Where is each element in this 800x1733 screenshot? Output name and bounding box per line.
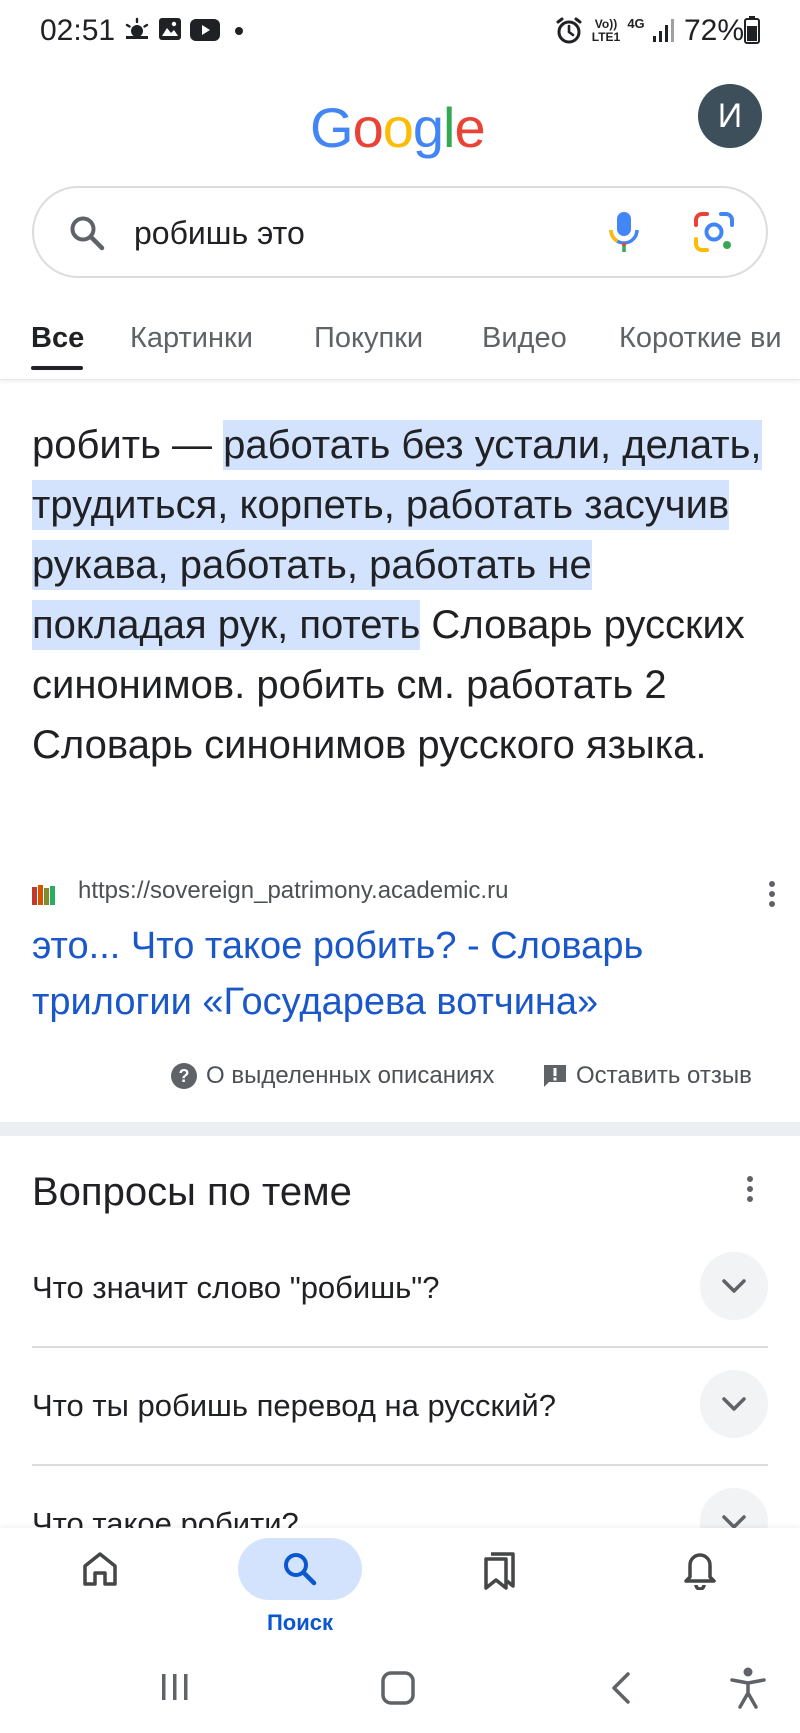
featured-snippet-text: робить — работать без устали, делать, тр… <box>32 415 772 775</box>
saved-icon <box>484 1552 515 1590</box>
expand-button[interactable] <box>700 1252 768 1320</box>
more-vert-icon[interactable] <box>766 879 778 909</box>
volte-indicator: Vo)) LTE1 <box>591 17 621 44</box>
question-text: Что значит слово "робишь"? <box>32 1270 440 1305</box>
weather-icon <box>125 17 149 39</box>
snippet-feedback-row: ? О выделенных описаниях Оставить отзыв <box>0 1058 800 1098</box>
tab-videos[interactable]: Видео <box>482 322 567 355</box>
related-questions-title: Вопросы по теме <box>32 1170 352 1214</box>
more-vert-icon[interactable] <box>744 1174 756 1204</box>
alarm-icon <box>556 17 582 44</box>
chevron-down-icon <box>722 1279 746 1293</box>
logo-letter: e <box>454 96 485 159</box>
search-input[interactable] <box>134 206 614 260</box>
logo-letter: G <box>310 96 354 159</box>
related-question[interactable]: Что значит слово "робишь"? <box>32 1230 768 1348</box>
result-title-link[interactable]: это... Что такое робить? - Словарь трило… <box>32 918 772 1030</box>
snippet-prefix: робить — <box>32 423 224 467</box>
google-logo[interactable]: Google <box>310 95 486 160</box>
section-divider <box>0 1122 800 1136</box>
nav-home[interactable] <box>20 1528 180 1650</box>
avatar-initial: И <box>717 96 743 135</box>
feedback-button[interactable]: Оставить отзыв <box>542 1062 752 1090</box>
feedback-label: Оставить отзыв <box>576 1062 752 1089</box>
about-label: О выделенных описаниях <box>206 1062 495 1089</box>
signal-icon <box>653 19 674 42</box>
nav-search[interactable]: Поиск <box>220 1528 380 1650</box>
tab-all[interactable]: Все <box>31 322 84 355</box>
chevron-down-icon <box>722 1397 746 1411</box>
home-icon <box>83 1552 117 1586</box>
tab-shopping[interactable]: Покупки <box>314 322 423 355</box>
status-bar: 02:51 Vo)) LTE1 4G 72% <box>0 0 800 66</box>
network-type: 4G <box>627 16 645 31</box>
nav-saved[interactable] <box>420 1528 580 1650</box>
academic-favicon-icon <box>32 885 55 905</box>
dot-icon <box>235 27 243 35</box>
svg-text:?: ? <box>179 1066 190 1086</box>
microphone-icon[interactable] <box>604 208 644 256</box>
search-tabs: Все Картинки Покупки Видео Короткие ви <box>0 300 800 380</box>
logo-letter: o <box>382 96 414 159</box>
expand-button[interactable] <box>700 1370 768 1438</box>
logo-letter: o <box>352 96 384 159</box>
search-box[interactable] <box>32 186 768 278</box>
tab-short-videos[interactable]: Короткие ви <box>619 322 782 355</box>
back-icon[interactable] <box>608 1670 634 1706</box>
battery-percent: 72% <box>684 14 745 47</box>
battery-icon <box>744 16 760 44</box>
system-navigation-bar <box>0 1650 800 1733</box>
status-time: 02:51 <box>40 14 116 47</box>
youtube-icon <box>190 19 220 41</box>
help-icon: ? <box>171 1063 197 1089</box>
gallery-icon <box>159 18 181 40</box>
logo-letter: g <box>412 96 444 159</box>
logo-letter: l <box>443 96 455 159</box>
recents-icon[interactable] <box>158 1670 192 1704</box>
feedback-icon <box>544 1065 566 1087</box>
related-question[interactable]: Что ты робишь перевод на русский? <box>32 1348 768 1466</box>
home-button-icon[interactable] <box>380 1670 416 1706</box>
search-icon <box>284 1553 317 1586</box>
about-featured-snippets[interactable]: ? О выделенных описаниях <box>170 1062 494 1090</box>
search-icon[interactable] <box>68 214 106 252</box>
nav-search-label: Поиск <box>266 1610 334 1635</box>
accessibility-icon[interactable] <box>728 1666 768 1710</box>
nav-notifications[interactable] <box>620 1528 780 1650</box>
avatar[interactable]: И <box>698 84 762 148</box>
source-row[interactable]: https://sovereign_patrimony.academic.ru <box>32 875 775 915</box>
bottom-navigation: Поиск <box>0 1528 800 1650</box>
google-lens-icon[interactable] <box>690 208 738 256</box>
question-text: Что ты робишь перевод на русский? <box>32 1388 556 1423</box>
source-url[interactable]: https://sovereign_patrimony.academic.ru <box>78 877 508 905</box>
tab-images[interactable]: Картинки <box>130 322 253 355</box>
tab-active-indicator <box>31 366 83 370</box>
notifications-icon <box>684 1553 716 1590</box>
